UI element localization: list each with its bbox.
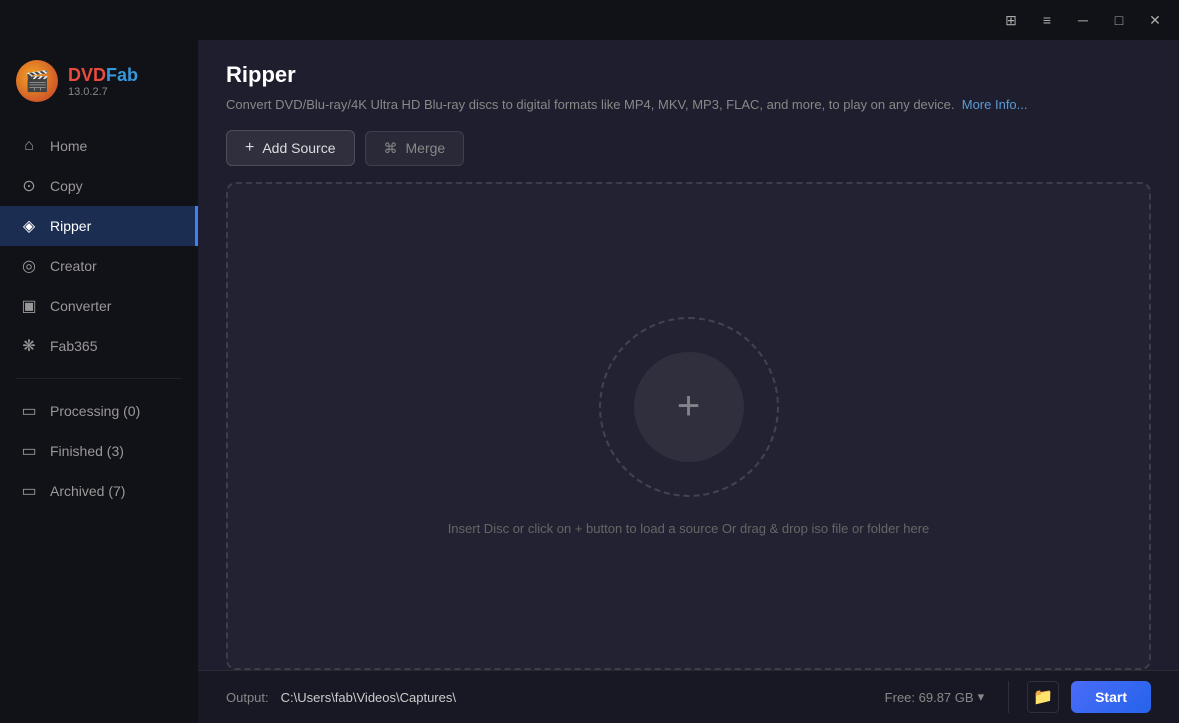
drop-circle-outer: + bbox=[599, 317, 779, 497]
sidebar-item-finished[interactable]: ▭ Finished (3) bbox=[0, 431, 198, 471]
sidebar-item-copy[interactable]: ⊙ Copy bbox=[0, 166, 198, 206]
page-title: Ripper bbox=[226, 62, 1151, 88]
logo-text-area: DVDFab 13.0.2.7 bbox=[68, 65, 138, 98]
drop-hint-text: Insert Disc or click on + button to load… bbox=[448, 521, 930, 536]
close-btn[interactable]: ✕ bbox=[1139, 6, 1171, 34]
sidebar-item-converter-label: Converter bbox=[50, 298, 111, 314]
finished-icon: ▭ bbox=[20, 442, 38, 460]
sidebar-item-ripper[interactable]: ◈ Ripper bbox=[0, 206, 198, 246]
sidebar: 🎬 DVDFab 13.0.2.7 ⌂ Home ⊙ Copy ◈ Ripper bbox=[0, 40, 198, 723]
sidebar-item-home-label: Home bbox=[50, 138, 87, 154]
sidebar-item-ripper-label: Ripper bbox=[50, 218, 91, 234]
plus-icon: + bbox=[245, 139, 254, 157]
merge-button[interactable]: ⌘ Merge bbox=[365, 131, 465, 166]
app-body: 🎬 DVDFab 13.0.2.7 ⌂ Home ⊙ Copy ◈ Ripper bbox=[0, 40, 1179, 723]
page-desc-text: Convert DVD/Blu-ray/4K Ultra HD Blu-ray … bbox=[226, 97, 955, 112]
puzzle-icon-btn[interactable]: ⊞ bbox=[995, 6, 1027, 34]
sidebar-item-fab365[interactable]: ❋ Fab365 bbox=[0, 326, 198, 366]
archived-icon: ▭ bbox=[20, 482, 38, 500]
page-description: Convert DVD/Blu-ray/4K Ultra HD Blu-ray … bbox=[226, 96, 1151, 114]
output-label: Output: bbox=[226, 690, 269, 705]
maximize-btn[interactable]: □ bbox=[1103, 6, 1135, 34]
page-header: Ripper Convert DVD/Blu-ray/4K Ultra HD B… bbox=[198, 40, 1179, 130]
output-bar: Output: C:\Users\fab\Videos\Captures\ Fr… bbox=[198, 670, 1179, 723]
sidebar-item-finished-label: Finished (3) bbox=[50, 443, 124, 459]
copy-icon: ⊙ bbox=[20, 177, 38, 195]
home-icon: ⌂ bbox=[20, 137, 38, 155]
add-source-button[interactable]: + Add Source bbox=[226, 130, 355, 166]
merge-icon: ⌘ bbox=[384, 140, 398, 157]
sidebar-item-creator[interactable]: ◎ Creator bbox=[0, 246, 198, 286]
toolbar: + Add Source ⌘ Merge bbox=[198, 130, 1179, 182]
menu-btn[interactable]: ≡ bbox=[1031, 6, 1063, 34]
sidebar-item-fab365-label: Fab365 bbox=[50, 338, 97, 354]
main-content: Ripper Convert DVD/Blu-ray/4K Ultra HD B… bbox=[198, 40, 1179, 723]
processing-icon: ▭ bbox=[20, 402, 38, 420]
sidebar-divider bbox=[16, 378, 182, 379]
more-info-link[interactable]: More Info... bbox=[962, 97, 1028, 112]
add-source-label: Add Source bbox=[262, 140, 335, 156]
nav-main: ⌂ Home ⊙ Copy ◈ Ripper ◎ Creator ▣ Conve… bbox=[0, 122, 198, 370]
ripper-icon: ◈ bbox=[20, 217, 38, 235]
logo-version: 13.0.2.7 bbox=[68, 86, 138, 98]
sidebar-item-processing-label: Processing (0) bbox=[50, 403, 140, 419]
add-icon: + bbox=[677, 384, 700, 429]
nav-queue: ▭ Processing (0) ▭ Finished (3) ▭ Archiv… bbox=[0, 387, 198, 515]
converter-icon: ▣ bbox=[20, 297, 38, 315]
sidebar-item-home[interactable]: ⌂ Home bbox=[0, 126, 198, 166]
logo-icon: 🎬 bbox=[16, 60, 58, 102]
sidebar-item-archived-label: Archived (7) bbox=[50, 483, 125, 499]
sidebar-item-archived[interactable]: ▭ Archived (7) bbox=[0, 471, 198, 511]
sidebar-item-copy-label: Copy bbox=[50, 178, 83, 194]
fab365-icon: ❋ bbox=[20, 337, 38, 355]
output-divider bbox=[1008, 681, 1009, 713]
output-free-space: Free: 69.87 GB ▾ bbox=[885, 689, 984, 705]
sidebar-item-creator-label: Creator bbox=[50, 258, 97, 274]
chevron-down-icon[interactable]: ▾ bbox=[978, 689, 985, 705]
logo-title: DVDFab bbox=[68, 65, 138, 86]
logo-area: 🎬 DVDFab 13.0.2.7 bbox=[0, 48, 198, 122]
title-bar: ⊞ ≡ ─ □ ✕ bbox=[0, 0, 1179, 40]
minimize-btn[interactable]: ─ bbox=[1067, 6, 1099, 34]
drop-circle-inner: + bbox=[634, 352, 744, 462]
drop-area[interactable]: + Insert Disc or click on + button to lo… bbox=[226, 182, 1151, 670]
output-path: C:\Users\fab\Videos\Captures\ bbox=[281, 690, 885, 705]
sidebar-item-processing[interactable]: ▭ Processing (0) bbox=[0, 391, 198, 431]
creator-icon: ◎ bbox=[20, 257, 38, 275]
merge-label: Merge bbox=[406, 140, 446, 156]
sidebar-item-converter[interactable]: ▣ Converter bbox=[0, 286, 198, 326]
folder-icon: 📁 bbox=[1033, 687, 1053, 707]
start-button[interactable]: Start bbox=[1071, 681, 1151, 713]
free-label: Free: 69.87 GB bbox=[885, 690, 974, 705]
browse-folder-button[interactable]: 📁 bbox=[1027, 681, 1059, 713]
